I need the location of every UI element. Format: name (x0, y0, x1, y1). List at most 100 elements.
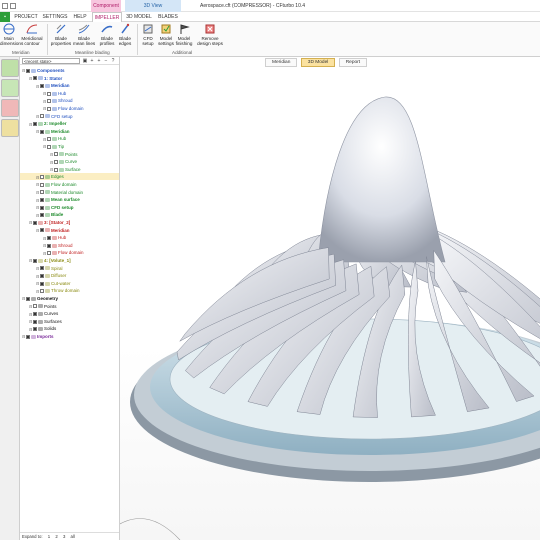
model-finishing-button[interactable]: Model finishing (175, 23, 193, 49)
visibility-checkbox[interactable] (40, 129, 44, 134)
tree-item[interactable]: ⊟ 1: Stator (29, 75, 62, 82)
visibility-checkbox[interactable] (33, 76, 37, 81)
tree-item[interactable]: ⊟ CFD setup (36, 204, 74, 211)
visibility-checkbox[interactable] (47, 236, 51, 240)
collapse-icon[interactable]: − (103, 58, 109, 64)
visibility-checkbox[interactable] (40, 182, 44, 187)
tree-item[interactable]: ⊟ Hub (43, 90, 66, 97)
tree-item[interactable]: ⊟ 4: [Volute_1] (29, 257, 71, 264)
expand-level-3[interactable]: 3 (63, 534, 65, 539)
tree-item[interactable]: ⊟ Cut-water (36, 280, 71, 287)
tree-item[interactable]: ⊟ Geometry (22, 295, 58, 302)
visibility-checkbox[interactable] (47, 144, 51, 149)
volute-component-icon[interactable] (1, 119, 19, 137)
visibility-checkbox[interactable] (40, 198, 44, 202)
visibility-checkbox[interactable] (33, 220, 37, 225)
tree-item[interactable]: ⊟ Curve (50, 158, 77, 165)
tree-item[interactable]: ⊟ Shroud (43, 242, 73, 249)
visibility-checkbox[interactable] (40, 205, 44, 210)
remove-design-steps-button[interactable]: Remove design steps (196, 23, 224, 49)
tree-item[interactable]: ⊟ Points (50, 151, 78, 158)
blade-properties-button[interactable]: Blade properties (50, 23, 72, 49)
visibility-checkbox[interactable] (26, 334, 30, 339)
view-tab-3d-model[interactable]: 3D Model (300, 58, 336, 67)
expand-icon[interactable]: + (96, 58, 102, 64)
visibility-checkbox[interactable] (40, 266, 44, 271)
tree-item[interactable]: ⊟ Surface (50, 166, 81, 173)
tree-item[interactable]: ⊟ Diffuser (36, 272, 66, 279)
tree-item[interactable]: ⊟ Shroud (43, 97, 73, 104)
tree-item[interactable]: ⊟ Meridian (36, 227, 70, 234)
impeller-component-icon[interactable] (1, 79, 19, 97)
visibility-checkbox[interactable] (40, 281, 44, 286)
visibility-checkbox[interactable] (26, 68, 30, 73)
tree-item[interactable]: ⊟ 2: Impeller (29, 120, 67, 127)
tree-item[interactable]: ⊟ Meridian (36, 82, 70, 89)
tree-item[interactable]: ⊟ Points (29, 303, 57, 310)
visibility-checkbox[interactable] (40, 175, 44, 180)
undo-icon[interactable] (10, 3, 16, 9)
save-state-icon[interactable]: ▣ (82, 58, 88, 64)
visibility-checkbox[interactable] (33, 319, 37, 324)
tree-item[interactable]: ⊟ 3: [Stator_2] (29, 219, 70, 226)
tree-item[interactable]: ⊟ Components (22, 67, 65, 74)
model-settings-button[interactable]: Model settings (157, 23, 175, 49)
tab-file[interactable]: ▪ (0, 12, 10, 22)
visibility-checkbox[interactable] (40, 114, 44, 119)
main-dimensions-button[interactable]: Main dimensions (0, 23, 23, 49)
view-tab-report[interactable]: Report (338, 58, 368, 67)
cfd-setup-button[interactable]: CFD setup (140, 23, 156, 49)
visibility-checkbox[interactable] (47, 243, 51, 248)
visibility-checkbox[interactable] (33, 258, 37, 263)
tree-item[interactable]: ⊟ Mean surface (36, 196, 80, 203)
visibility-checkbox[interactable] (47, 251, 51, 256)
tree-item[interactable]: ⊟ Spiral (36, 265, 63, 272)
view-tab-meridian[interactable]: Meridian (265, 58, 298, 67)
tree-item[interactable]: ⊟ Solids (29, 325, 56, 332)
tab-impeller[interactable]: IMPELLER (92, 12, 122, 22)
tree-item[interactable]: ⊟ Curves (29, 310, 58, 317)
visibility-checkbox[interactable] (33, 304, 37, 309)
tree-item[interactable]: ⊟ Surfaces (29, 318, 62, 325)
tree-item[interactable]: ⊟ Material domain (36, 189, 83, 196)
blade-profiles-button[interactable]: Blade profiles (96, 23, 118, 49)
visibility-checkbox[interactable] (26, 296, 30, 301)
visibility-checkbox[interactable] (47, 137, 51, 142)
visibility-checkbox[interactable] (47, 99, 51, 104)
visibility-checkbox[interactable] (40, 213, 44, 218)
visibility-checkbox[interactable] (40, 228, 44, 233)
visibility-checkbox[interactable] (40, 84, 44, 88)
tab-help[interactable]: HELP (71, 12, 89, 22)
meridional-contour-button[interactable]: Meridional contour (20, 23, 44, 49)
expand-level-2[interactable]: 2 (55, 534, 57, 539)
tree-item[interactable]: ⊟ Tip (43, 143, 64, 150)
visibility-checkbox[interactable] (33, 312, 37, 316)
visibility-checkbox[interactable] (54, 152, 58, 157)
impeller-3d-model[interactable] (120, 57, 540, 540)
visibility-checkbox[interactable] (40, 289, 44, 294)
tree-item[interactable]: ⊟ Flow domain (43, 249, 84, 256)
tree-item[interactable]: ⊟ CFD setup (36, 113, 73, 120)
tree-item[interactable]: ⊟ Meridian (36, 128, 70, 135)
visibility-checkbox[interactable] (54, 167, 58, 172)
tree-item[interactable]: ⊟ Edges (36, 173, 64, 180)
state-select[interactable]: <recent state> (22, 58, 80, 64)
tab-settings[interactable]: SETTINGS (42, 12, 68, 22)
tab-blades[interactable]: BLADES (156, 12, 180, 22)
tree-item[interactable]: ⊟ Blade (36, 211, 63, 218)
add-icon[interactable]: + (89, 58, 95, 64)
tree-item[interactable]: ⊟ Hub (43, 234, 66, 241)
help-icon[interactable]: ? (110, 58, 116, 64)
blade-edges-button[interactable]: Blade edges (116, 23, 134, 49)
expand-level-1[interactable]: 1 (48, 534, 50, 539)
blade-mean-lines-button[interactable]: Blade mean lines (73, 23, 95, 49)
tree-item[interactable]: ⊟ Flow domain (43, 105, 84, 112)
tree-item[interactable]: ⊟ Imports (22, 333, 54, 340)
visibility-checkbox[interactable] (54, 160, 58, 164)
save-icon[interactable] (2, 3, 8, 9)
tab-project[interactable]: PROJECT (14, 12, 38, 22)
tree-item[interactable]: ⊟ Hub (43, 135, 66, 142)
visibility-checkbox[interactable] (47, 106, 51, 111)
visibility-checkbox[interactable] (47, 91, 51, 96)
3d-viewport[interactable]: Meridian 3D Model Report (120, 57, 540, 540)
